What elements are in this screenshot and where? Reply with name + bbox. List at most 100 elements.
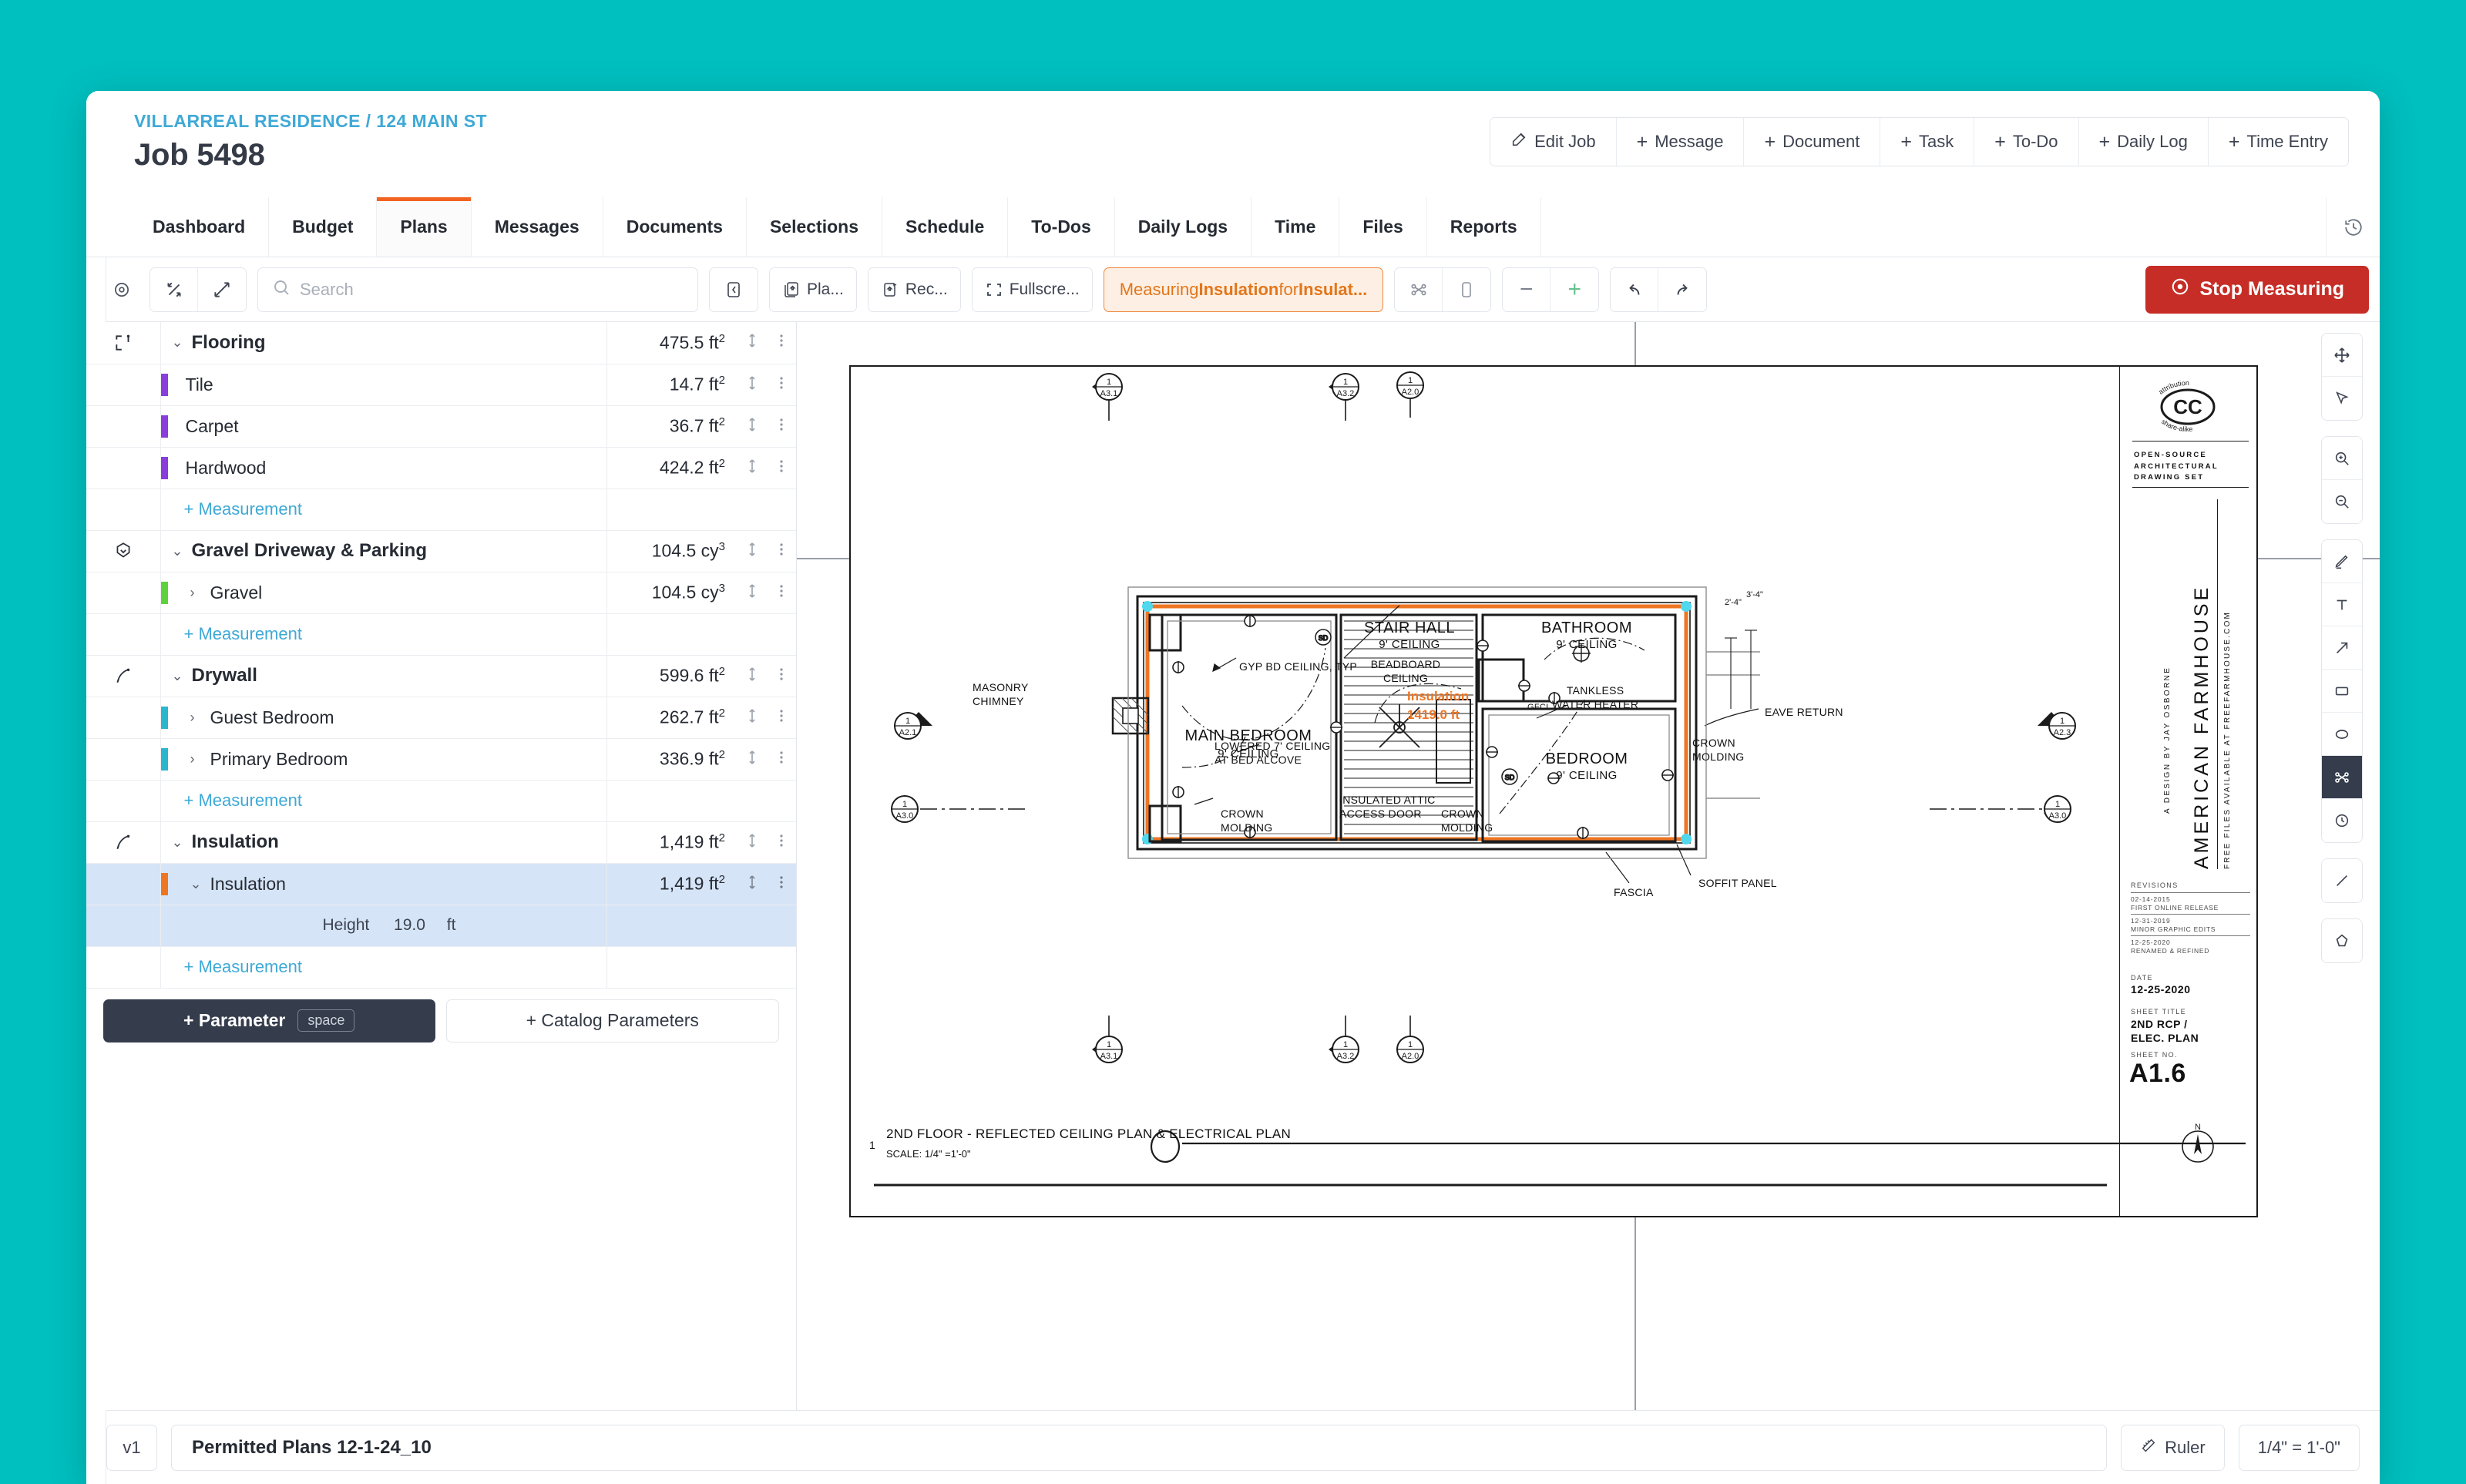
section-marker[interactable]: 1 A2.3 [2031,709,2081,747]
add-catalog-parameters-button[interactable]: + Catalog Parameters [445,999,779,1042]
add-document-button[interactable]: + Document [1744,118,1881,166]
chevron-right-icon[interactable]: › [190,585,203,601]
section-marker[interactable]: 1 A2.1 [891,709,940,747]
zoom-in-icon[interactable] [2322,437,2362,480]
polyline-measure-icon[interactable] [2322,756,2362,799]
table-row-group[interactable]: ⌄ Drywall 599.6 ft2 [86,655,796,697]
expand-all-icon[interactable] [198,267,246,311]
panel-collapse-icon[interactable] [710,267,758,311]
sort-icon[interactable] [737,738,767,780]
plan-file-name[interactable]: Permitted Plans 12-1-24_10 [171,1424,2108,1471]
eye-icon[interactable] [105,272,139,307]
fullscreen-button[interactable]: Fullscre... [972,267,1092,311]
device-preview-icon[interactable] [1443,267,1491,311]
zoom-in-button[interactable]: + [1550,267,1599,311]
tab-time[interactable]: Time [1251,197,1339,257]
table-row[interactable]: › Gravel 104.5 cy3 [86,572,796,613]
row-menu-icon[interactable] [767,530,796,572]
zoom-out-button[interactable]: − [1503,267,1551,311]
edit-job-button[interactable]: Edit Job [1490,118,1617,166]
section-marker[interactable]: 1 A3.2 [1322,373,1369,426]
table-row-add[interactable]: + Measurement [86,946,796,988]
table-row[interactable]: › Primary Bedroom 336.9 ft2 [86,738,796,780]
select-cursor-icon[interactable] [2322,377,2362,420]
stop-measuring-button[interactable]: Stop Measuring [2145,265,2369,314]
row-menu-icon[interactable] [767,655,796,697]
section-marker[interactable]: 1 A3.1 [1086,1014,1132,1067]
table-row-group[interactable]: ⌄ Insulation 1,419 ft2 [86,821,796,863]
row-menu-icon[interactable] [767,863,796,905]
search-field[interactable] [257,267,698,312]
tab-messages[interactable]: Messages [470,197,603,257]
tab-budget[interactable]: Budget [268,197,377,257]
sort-icon[interactable] [737,572,767,613]
section-marker[interactable]: 1 A3.1 [1086,373,1132,426]
table-row[interactable]: Tile 14.7 ft2 [86,364,796,405]
add-measurement-link[interactable]: + Measurement [161,499,606,519]
breadcrumb[interactable]: VILLARREAL RESIDENCE / 124 MAIN ST [134,111,487,132]
sort-icon[interactable] [737,863,767,905]
add-message-button[interactable]: + Message [1616,118,1745,166]
ellipse-icon[interactable] [2322,713,2362,756]
arrow-icon[interactable] [2322,626,2362,670]
sort-icon[interactable] [737,697,767,738]
chevron-down-icon[interactable]: ⌄ [172,543,184,559]
rectangle-icon[interactable] [2322,670,2362,713]
clock-icon[interactable] [2322,799,2362,842]
plan-canvas[interactable]: SD SD N MAIN BEDROOM 9' CEILING STAIR HA… [797,322,2380,1410]
tab-selections[interactable]: Selections [745,197,882,257]
pan-icon[interactable] [2322,334,2362,377]
add-measurement-link[interactable]: + Measurement [161,957,606,977]
undo-button[interactable] [1611,267,1659,311]
version-chip[interactable]: v1 [106,1424,157,1471]
table-row-selected[interactable]: ⌄ Insulation 1,419 ft2 [86,863,796,905]
pencil-icon[interactable] [2322,540,2362,583]
table-row[interactable]: Carpet 36.7 ft2 [86,405,796,447]
row-menu-icon[interactable] [767,405,796,447]
sort-icon[interactable] [737,655,767,697]
table-row-parameter[interactable]: Height 19.0 ft [86,905,796,946]
search-input[interactable] [300,279,684,300]
line-measure-icon[interactable] [2322,859,2362,902]
sort-icon[interactable] [737,447,767,489]
chevron-right-icon[interactable]: › [190,710,203,726]
add-todo-button[interactable]: + To-Do [1974,118,2079,166]
tab-reports[interactable]: Reports [1426,197,1540,257]
add-measurement-link[interactable]: + Measurement [161,791,606,811]
chevron-down-icon[interactable]: ⌄ [190,876,203,892]
sort-icon[interactable] [737,405,767,447]
section-marker[interactable]: 1 A3.0 [888,792,1026,830]
row-menu-icon[interactable] [767,697,796,738]
table-row-add[interactable]: + Measurement [86,489,796,530]
sort-icon[interactable] [737,322,767,364]
sort-icon[interactable] [737,364,767,405]
add-task-button[interactable]: + Task [1880,118,1975,166]
plans-picker-button[interactable]: Pla... [770,267,856,311]
sort-icon[interactable] [737,821,767,863]
tab-files[interactable]: Files [1339,197,1426,257]
tab-dashboard[interactable]: Dashboard [129,197,269,257]
chevron-right-icon[interactable]: › [190,751,203,767]
section-marker[interactable]: 1 A2.0 [1387,370,1433,423]
polyline-measure-icon[interactable] [1395,267,1443,311]
add-time-entry-button[interactable]: + Time Entry [2208,118,2348,166]
parameter-value[interactable]: 19.0 [394,916,425,934]
polygon-area-icon[interactable] [2322,919,2362,962]
row-menu-icon[interactable] [767,364,796,405]
history-icon[interactable] [2326,197,2380,257]
table-row[interactable]: Hardwood 424.2 ft2 [86,447,796,489]
row-menu-icon[interactable] [767,738,796,780]
measuring-status-chip[interactable]: Measuring Insulation for Insulat... [1103,267,1384,312]
redo-button[interactable] [1658,267,1707,311]
table-row-group[interactable]: ⌄ Flooring 475.5 ft2 [86,322,796,364]
ruler-button[interactable]: Ruler [2121,1424,2225,1471]
scale-selector[interactable]: 1/4" = 1'-0" [2238,1424,2360,1471]
sort-icon[interactable] [737,530,767,572]
table-row-add[interactable]: + Measurement [86,780,796,821]
row-menu-icon[interactable] [767,447,796,489]
tab-schedule[interactable]: Schedule [882,197,1008,257]
zoom-out-icon[interactable] [2322,480,2362,523]
row-menu-icon[interactable] [767,821,796,863]
tab-daily-logs[interactable]: Daily Logs [1114,197,1251,257]
add-measurement-link[interactable]: + Measurement [161,624,606,644]
